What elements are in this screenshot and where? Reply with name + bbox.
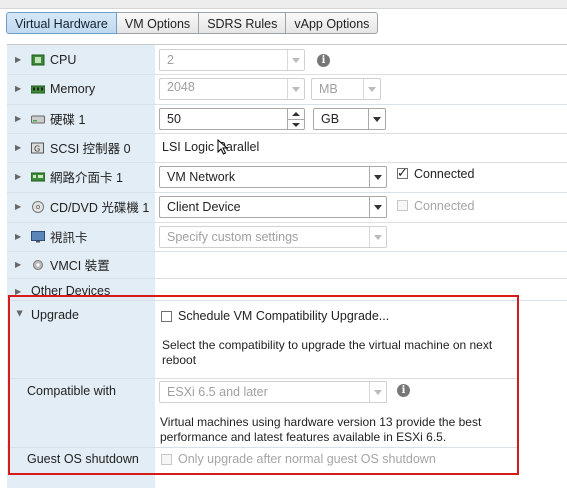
info-icon[interactable]: i (397, 384, 410, 397)
row-upgrade: ▶ Upgrade Schedule VM Compatibility Upgr… (7, 301, 567, 378)
schedule-upgrade-checkbox[interactable] (161, 311, 172, 322)
expand-arrow-icon[interactable]: ▶ (15, 55, 25, 64)
chevron-down-icon (369, 167, 386, 187)
row-video-card: ▶ 視訊卡 Specify custom settings (7, 222, 567, 251)
chevron-down-icon (363, 79, 380, 99)
collapse-arrow-icon[interactable]: ▶ (16, 310, 25, 320)
disk-unit-select[interactable]: GB (313, 108, 386, 130)
compatibility-description: Virtual machines using hardware version … (160, 415, 482, 444)
cpu-select[interactable]: 2 (159, 49, 305, 71)
row-vmci-device: ▶ VMCI 裝置 (7, 251, 567, 278)
network-select[interactable]: VM Network (159, 166, 387, 188)
vmci-label: VMCI 裝置 (50, 259, 110, 273)
video-card-select[interactable]: Specify custom settings (159, 226, 387, 248)
chevron-down-icon (368, 109, 385, 129)
checkmark-icon: ✓ (397, 165, 408, 180)
tab-vm-options[interactable]: VM Options (116, 12, 200, 34)
gear-icon (33, 259, 43, 270)
memory-unit-select[interactable]: MB (311, 78, 381, 100)
guest-shutdown-checkbox[interactable] (161, 454, 172, 465)
network-adapter-label: 網路介面卡 1 (50, 171, 123, 185)
expand-arrow-icon[interactable]: ▶ (15, 287, 25, 296)
top-toolbar-strip (0, 0, 567, 9)
tab-virtual-hardware[interactable]: Virtual Hardware (6, 12, 117, 34)
compatible-with-label: Compatible with (27, 384, 116, 398)
chevron-down-icon (369, 227, 386, 247)
cd-dvd-icon (32, 200, 44, 213)
row-guest-os-shutdown: Guest OS shutdown Only upgrade after nor… (7, 448, 567, 472)
chevron-down-icon (369, 197, 386, 217)
row-compatible-with: Compatible with ESXi 6.5 and later i Vir… (7, 379, 567, 447)
cpu-icon (31, 54, 45, 65)
other-devices-label: Other Devices (31, 284, 111, 298)
memory-label: Memory (50, 81, 96, 96)
expand-arrow-icon[interactable]: ▶ (15, 260, 25, 269)
upgrade-label: Upgrade (31, 308, 79, 322)
nic-connected-checkbox[interactable]: ✓ (397, 165, 408, 180)
row-cpu: ▶ CPU 2 i (7, 45, 567, 74)
memory-icon (31, 85, 45, 93)
expand-arrow-icon[interactable]: ▶ (15, 114, 25, 123)
disk-size-stepper[interactable]: 50 (159, 108, 305, 130)
tab-vapp-options[interactable]: vApp Options (286, 12, 379, 34)
guest-os-shutdown-label: Guest OS shutdown (27, 452, 139, 466)
compatibility-select[interactable]: ESXi 6.5 and later (159, 381, 387, 403)
cd-dvd-select[interactable]: Client Device (159, 196, 387, 218)
row-other-devices: ▶ Other Devices (7, 278, 567, 300)
guest-shutdown-option: Only upgrade after normal guest OS shutd… (178, 452, 436, 466)
scsi-type-value: LSI Logic Parallel (162, 140, 260, 154)
cd-dvd-label: CD/DVD 光碟機 1 (50, 201, 150, 215)
video-card-label: 視訊卡 (50, 231, 88, 245)
hardware-grid: ▶ CPU 2 i ▶ Memory 2048 MB ▶ 硬碟 1 50 GB … (7, 44, 567, 488)
settings-tabs: Virtual Hardware VM Options SDRS Rules v… (6, 12, 379, 36)
row-network-adapter: ▶ 網路介面卡 1 VM Network ✓ Connected (7, 162, 567, 192)
row-hard-disk: ▶ 硬碟 1 50 GB (7, 104, 567, 133)
cd-connected-label: Connected (414, 199, 475, 213)
tab-sdrs-rules[interactable]: SDRS Rules (199, 12, 287, 34)
schedule-upgrade-description: Select the compatibility to upgrade the … (162, 338, 493, 367)
svg-text:G: G (34, 144, 40, 153)
spin-down-icon[interactable] (288, 120, 304, 130)
network-adapter-icon (31, 172, 45, 181)
hard-disk-label: 硬碟 1 (50, 113, 86, 127)
row-scsi-controller: ▶ G SCSI 控制器 0 LSI Logic Parallel (7, 133, 567, 162)
expand-arrow-icon[interactable]: ▶ (15, 172, 25, 181)
scsi-controller-icon: G (31, 142, 44, 153)
expand-arrow-icon[interactable]: ▶ (15, 232, 25, 241)
chevron-down-icon (369, 382, 386, 402)
expand-arrow-icon[interactable]: ▶ (15, 202, 25, 211)
schedule-upgrade-label: Schedule VM Compatibility Upgrade... (178, 309, 390, 323)
cpu-label: CPU (50, 52, 77, 67)
hard-disk-icon (31, 115, 45, 123)
mouse-cursor-icon (217, 139, 229, 155)
chevron-down-icon (287, 50, 304, 70)
expand-arrow-icon[interactable]: ▶ (15, 143, 25, 152)
expand-arrow-icon[interactable]: ▶ (15, 84, 25, 93)
row-cd-dvd: ▶ CD/DVD 光碟機 1 Client Device Connected (7, 192, 567, 222)
scsi-controller-label: SCSI 控制器 0 (50, 142, 131, 156)
cd-connected-checkbox[interactable] (397, 200, 408, 211)
memory-input[interactable]: 2048 (159, 78, 305, 100)
monitor-icon (31, 230, 45, 242)
chevron-down-icon (287, 79, 304, 99)
nic-connected-label: Connected (414, 167, 475, 181)
row-memory: ▶ Memory 2048 MB (7, 74, 567, 104)
spin-up-icon[interactable] (288, 109, 304, 120)
info-icon[interactable]: i (317, 54, 330, 67)
